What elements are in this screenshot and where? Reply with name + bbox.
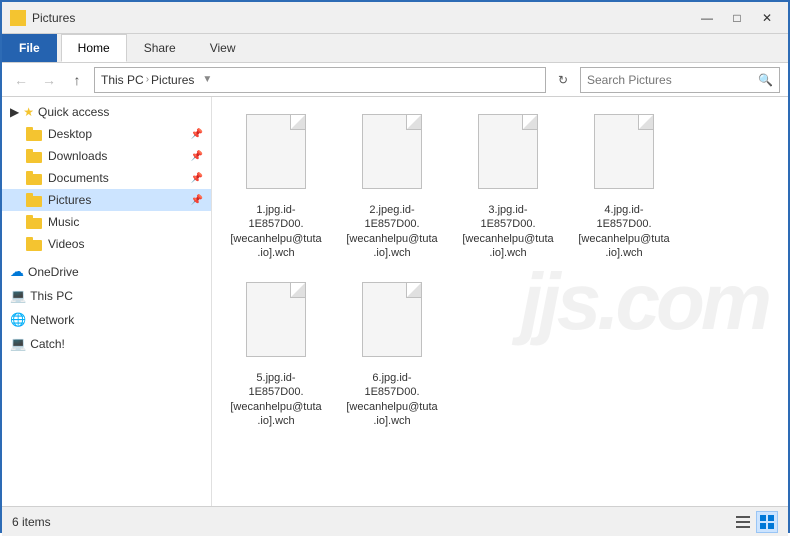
window-title: Pictures xyxy=(32,11,75,25)
sidebar-item-desktop[interactable]: Desktop 📌 xyxy=(2,123,211,145)
file-item-file2[interactable]: 2.jpeg.id-1E857D00.[wecanhelpu@tuta.io].… xyxy=(338,107,446,267)
sidebar-onedrive[interactable]: ☁ OneDrive xyxy=(2,259,211,284)
file-area: jjs.com 1.jpg.id-1E857D00.[wecanhelpu@tu… xyxy=(212,97,788,506)
ribbon-tabs: File Home Share View xyxy=(2,34,788,62)
status-bar: 6 items xyxy=(2,506,788,536)
list-view-button[interactable] xyxy=(732,511,754,533)
documents-folder-icon xyxy=(26,171,42,185)
title-bar: Pictures — □ ✕ xyxy=(2,2,788,34)
network-icon: 🌐 xyxy=(10,312,26,328)
view-controls xyxy=(732,511,778,533)
sidebar-item-music[interactable]: Music xyxy=(2,211,211,233)
doc-icon-file2 xyxy=(362,114,422,189)
file-label-file6: 6.jpg.id-1E857D00.[wecanhelpu@tuta.io].w… xyxy=(345,371,439,428)
thispc-label: This PC xyxy=(30,289,73,303)
address-chevron-icon: ▼ xyxy=(202,74,212,85)
tab-share[interactable]: Share xyxy=(127,34,193,62)
sidebar-videos-label: Videos xyxy=(48,237,84,251)
sidebar-catch[interactable]: 💻 Catch! xyxy=(2,332,211,356)
doc-icon-file4 xyxy=(594,114,654,189)
up-button[interactable]: ↑ xyxy=(66,69,88,91)
doc-icon-file6 xyxy=(362,282,422,357)
sidebar-pictures-label: Pictures xyxy=(48,193,91,207)
sidebar-item-downloads[interactable]: Downloads 📌 xyxy=(2,145,211,167)
cloud-icon: ☁ xyxy=(10,263,24,280)
sidebar-downloads-label: Downloads xyxy=(48,149,107,163)
pictures-folder-icon xyxy=(26,193,42,207)
file-item-file5[interactable]: 5.jpg.id-1E857D00.[wecanhelpu@tuta.io].w… xyxy=(222,275,330,435)
folder-title-icon xyxy=(10,10,26,26)
minimize-button[interactable]: — xyxy=(694,8,720,28)
network-label: Network xyxy=(30,313,74,327)
videos-folder-icon xyxy=(26,237,42,251)
file-icon-file2 xyxy=(357,114,427,199)
desktop-folder-icon xyxy=(26,127,42,141)
breadcrumb-pictures: Pictures xyxy=(151,73,194,87)
large-icon-view-button[interactable] xyxy=(756,511,778,533)
main-layout: ▶ ★ Quick access Desktop 📌 Downloads 📌 D… xyxy=(2,97,788,506)
onedrive-label: OneDrive xyxy=(28,265,79,279)
back-button[interactable]: ← xyxy=(10,69,32,91)
pin-icon-desktop: 📌 xyxy=(191,129,203,140)
file-label-file2: 2.jpeg.id-1E857D00.[wecanhelpu@tuta.io].… xyxy=(345,203,439,260)
sidebar-network[interactable]: 🌐 Network xyxy=(2,308,211,332)
close-button[interactable]: ✕ xyxy=(754,8,780,28)
file-item-file4[interactable]: 4.jpg.id-1E857D00.[wecanhelpu@tuta.io].w… xyxy=(570,107,678,267)
file-icon-file3 xyxy=(473,114,543,199)
sidebar-desktop-label: Desktop xyxy=(48,127,92,141)
quick-access-header[interactable]: ▶ ★ Quick access xyxy=(2,101,211,123)
downloads-folder-icon xyxy=(26,149,42,163)
doc-icon-file1 xyxy=(246,114,306,189)
file-label-file5: 5.jpg.id-1E857D00.[wecanhelpu@tuta.io].w… xyxy=(229,371,323,428)
sidebar: ▶ ★ Quick access Desktop 📌 Downloads 📌 D… xyxy=(2,97,212,506)
sidebar-item-videos[interactable]: Videos xyxy=(2,233,211,255)
search-box[interactable]: 🔍 xyxy=(580,67,780,93)
catch-label: Catch! xyxy=(30,337,65,351)
ribbon: File Home Share View xyxy=(2,34,788,63)
file-icon-file4 xyxy=(589,114,659,199)
search-icon: 🔍 xyxy=(758,73,773,87)
refresh-button[interactable]: ↻ xyxy=(552,69,574,91)
file-label-file4: 4.jpg.id-1E857D00.[wecanhelpu@tuta.io].w… xyxy=(577,203,671,260)
file-label-file1: 1.jpg.id-1E857D00.[wecanhelpu@tuta.io].w… xyxy=(229,203,323,260)
file-label-file3: 3.jpg.id-1E857D00.[wecanhelpu@tuta.io].w… xyxy=(461,203,555,260)
tab-file[interactable]: File xyxy=(2,34,57,62)
breadcrumb: This PC › Pictures xyxy=(101,73,194,87)
item-count: 6 items xyxy=(12,515,51,529)
sidebar-item-documents[interactable]: Documents 📌 xyxy=(2,167,211,189)
file-item-file6[interactable]: 6.jpg.id-1E857D00.[wecanhelpu@tuta.io].w… xyxy=(338,275,446,435)
file-icon-file1 xyxy=(241,114,311,199)
title-bar-left: Pictures xyxy=(10,10,75,26)
breadcrumb-thispc: This PC xyxy=(101,73,144,87)
forward-button[interactable]: → xyxy=(38,69,60,91)
tab-view[interactable]: View xyxy=(193,34,253,62)
star-icon: ★ xyxy=(23,105,34,119)
address-bar: ← → ↑ This PC › Pictures ▼ ↻ 🔍 xyxy=(2,63,788,97)
quick-access-label: Quick access xyxy=(38,105,109,119)
title-bar-controls: — □ ✕ xyxy=(694,8,780,28)
doc-icon-file3 xyxy=(478,114,538,189)
catch-icon: 💻 xyxy=(10,336,26,352)
search-input[interactable] xyxy=(587,73,758,87)
tab-home[interactable]: Home xyxy=(61,34,127,62)
chevron-right-icon: ▶ xyxy=(10,105,19,119)
file-item-file1[interactable]: 1.jpg.id-1E857D00.[wecanhelpu@tuta.io].w… xyxy=(222,107,330,267)
file-item-file3[interactable]: 3.jpg.id-1E857D00.[wecanhelpu@tuta.io].w… xyxy=(454,107,562,267)
sidebar-music-label: Music xyxy=(48,215,79,229)
music-folder-icon xyxy=(26,215,42,229)
pc-icon: 💻 xyxy=(10,288,26,304)
sidebar-item-pictures[interactable]: Pictures 📌 xyxy=(2,189,211,211)
file-icon-file6 xyxy=(357,282,427,367)
sidebar-thispc[interactable]: 💻 This PC xyxy=(2,284,211,308)
address-input[interactable]: This PC › Pictures ▼ xyxy=(94,67,546,93)
doc-icon-file5 xyxy=(246,282,306,357)
sidebar-documents-label: Documents xyxy=(48,171,109,185)
pin-icon-downloads: 📌 xyxy=(191,151,203,162)
file-grid: 1.jpg.id-1E857D00.[wecanhelpu@tuta.io].w… xyxy=(222,107,778,435)
pin-icon-documents: 📌 xyxy=(191,173,203,184)
pin-icon-pictures: 📌 xyxy=(191,195,203,206)
file-icon-file5 xyxy=(241,282,311,367)
breadcrumb-sep1: › xyxy=(146,74,149,85)
maximize-button[interactable]: □ xyxy=(724,8,750,28)
